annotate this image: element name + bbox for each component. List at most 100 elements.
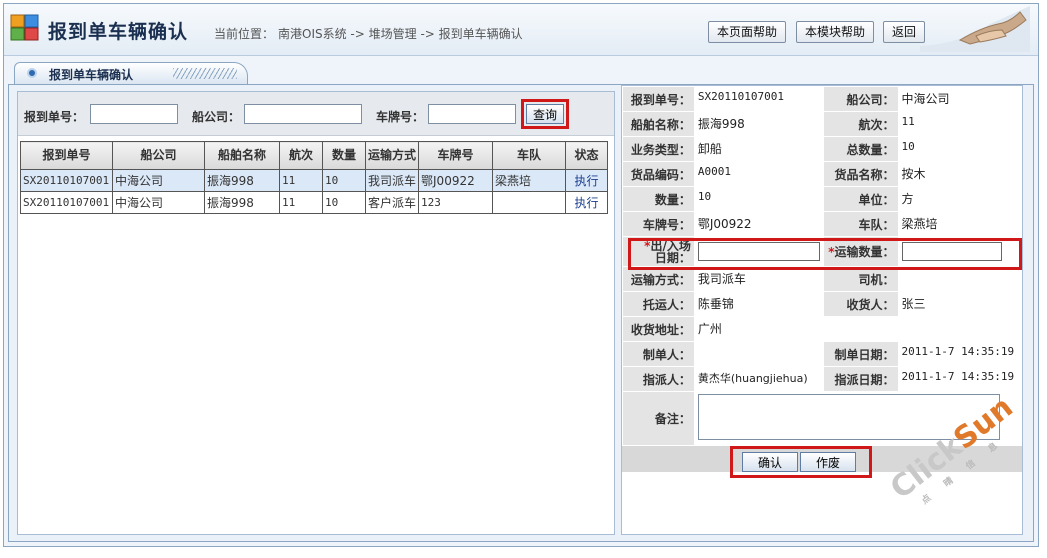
handshake-icon: [920, 6, 1030, 52]
cell-plate: 123: [418, 191, 494, 214]
total-qty-label: 总数量：: [822, 136, 899, 162]
search-company-input[interactable]: [244, 104, 362, 124]
voyage-value: 11: [897, 111, 1022, 137]
app-logo-icon: [10, 14, 39, 41]
assigner-label: 指派人：: [622, 366, 695, 392]
form-action-bar: 确认 作废: [622, 446, 1022, 472]
cell-transport: 客户派车: [364, 191, 420, 214]
vessel-label: 船舶名称：: [622, 111, 695, 137]
total-qty-value: 10: [897, 136, 1022, 162]
back-button[interactable]: 返回: [883, 21, 926, 43]
cell-vessel: 振海998: [204, 169, 280, 192]
goods-name-label: 货品名称：: [822, 161, 899, 187]
plate-value: 鄂J00922: [693, 211, 824, 237]
col-transport: 运输方式: [364, 141, 420, 170]
maker-label: 制单人：: [622, 341, 695, 367]
address-value: 广州: [693, 316, 1023, 342]
col-fleet: 车队: [492, 141, 567, 170]
inout-date-cell: [693, 236, 824, 267]
report-list-panel: 报到单号： 船公司： 车牌号： 查询 报到单号 船公司 船舶名称 航次 数量 运…: [17, 91, 615, 535]
remark-cell: [693, 391, 1023, 446]
page-help-button[interactable]: 本页面帮助: [708, 21, 787, 43]
cell-report-no: SX20110107001: [20, 191, 113, 214]
col-company: 船公司: [112, 141, 205, 170]
cell-qty: 10: [322, 169, 366, 192]
transport-qty-input[interactable]: [901, 242, 1002, 261]
make-date-value: 2011-1-7 14:35:19: [897, 341, 1022, 367]
search-bar: 报到单号： 船公司： 车牌号： 查询: [18, 92, 614, 136]
tab-bullet-icon: [27, 68, 37, 78]
company-value: 中海公司: [897, 86, 1022, 112]
cell-transport: 我司派车: [364, 169, 420, 192]
vessel-value: 振海998: [693, 111, 824, 137]
cell-qty: 10: [322, 191, 366, 214]
search-plate-input[interactable]: [428, 104, 516, 124]
module-help-button[interactable]: 本模块帮助: [796, 21, 875, 43]
goods-name-value: 按木: [897, 161, 1022, 187]
remark-textarea[interactable]: [697, 394, 1000, 440]
search-report-no-input[interactable]: [90, 104, 178, 124]
fleet-value: 梁燕培: [897, 211, 1022, 237]
consignor-label: 托运人：: [622, 291, 695, 317]
search-report-no-label: 报到单号：: [24, 110, 85, 124]
col-voyage: 航次: [279, 141, 323, 170]
qty-label: 数量：: [622, 186, 695, 212]
tab-decoration: [173, 68, 237, 79]
report-no-value: SX20110107001: [693, 86, 824, 112]
company-label: 船公司：: [822, 86, 899, 112]
transport-mode-label: 运输方式：: [622, 266, 695, 292]
plate-label: 车牌号：: [622, 211, 695, 237]
tab-report-vehicle-confirm[interactable]: 报到单车辆确认: [14, 62, 248, 84]
cell-report-no: SX20110107001: [20, 169, 113, 192]
cell-company: 中海公司: [112, 169, 205, 192]
biz-type-value: 卸船: [693, 136, 824, 162]
assigner-value: 黄杰华(huangjiehua): [693, 366, 824, 392]
consignee-label: 收货人：: [822, 291, 899, 317]
table-row[interactable]: SX20110107001 中海公司 振海998 11 10 我司派车 鄂J00…: [20, 169, 609, 192]
consignee-value: 张三: [897, 291, 1022, 317]
qty-value: 10: [693, 186, 824, 212]
col-vessel: 船舶名称: [204, 141, 280, 170]
cell-vessel: 振海998: [204, 191, 280, 214]
query-button[interactable]: 查询: [526, 104, 564, 124]
address-label: 收货地址：: [622, 316, 695, 342]
col-report-no: 报到单号: [20, 141, 113, 170]
detail-form: 报到单号： SX20110107001 船公司： 中海公司 船舶名称： 振海99…: [622, 86, 1023, 446]
breadcrumb-prefix: 当前位置：: [214, 27, 275, 41]
report-no-label: 报到单号：: [622, 86, 695, 112]
col-status: 状态: [565, 141, 609, 170]
maker-value: [693, 341, 824, 367]
assign-date-label: 指派日期：: [822, 366, 899, 392]
void-button[interactable]: 作废: [800, 452, 856, 472]
voyage-label: 航次：: [822, 111, 899, 137]
driver-label: 司机：: [822, 266, 899, 292]
transport-qty-label-text: 运输数量：: [834, 245, 895, 259]
biz-type-label: 业务类型：: [622, 136, 695, 162]
driver-value: [897, 266, 1022, 292]
goods-code-label: 货品编码：: [622, 161, 695, 187]
transport-qty-cell: [897, 236, 1022, 267]
assign-date-value: 2011-1-7 14:35:19: [897, 366, 1022, 392]
breadcrumb: 当前位置： 南港OIS系统 -> 堆场管理 -> 报到单车辆确认: [214, 25, 527, 42]
unit-label: 单位：: [822, 186, 899, 212]
fleet-label: 车队：: [822, 211, 899, 237]
cell-voyage: 11: [279, 169, 323, 192]
execute-link[interactable]: 执行: [565, 169, 609, 192]
breadcrumb-path: 南港OIS系统 -> 堆场管理 -> 报到单车辆确认: [278, 27, 523, 41]
search-company-label: 船公司：: [192, 110, 241, 124]
confirm-button[interactable]: 确认: [742, 452, 798, 472]
tab-label: 报到单车辆确认: [49, 68, 134, 82]
report-table: 报到单号 船公司 船舶名称 航次 数量 运输方式 车牌号 车队 状态 SX201…: [20, 141, 609, 214]
table-row[interactable]: SX20110107001 中海公司 振海998 11 10 客户派车 123 …: [20, 191, 609, 214]
inout-date-input[interactable]: [697, 242, 820, 261]
cell-company: 中海公司: [112, 191, 205, 214]
execute-link[interactable]: 执行: [565, 191, 609, 214]
cell-plate: 鄂J00922: [418, 169, 494, 192]
search-plate-label: 车牌号：: [376, 110, 425, 124]
remark-label: 备注：: [622, 391, 695, 446]
make-date-label: 制单日期：: [822, 341, 899, 367]
cell-fleet: 梁燕培: [492, 169, 567, 192]
page-header: 报到单车辆确认 当前位置： 南港OIS系统 -> 堆场管理 -> 报到单车辆确认 …: [4, 4, 1038, 56]
app-window: 报到单车辆确认 当前位置： 南港OIS系统 -> 堆场管理 -> 报到单车辆确认 …: [3, 3, 1039, 547]
unit-value: 方: [897, 186, 1022, 212]
